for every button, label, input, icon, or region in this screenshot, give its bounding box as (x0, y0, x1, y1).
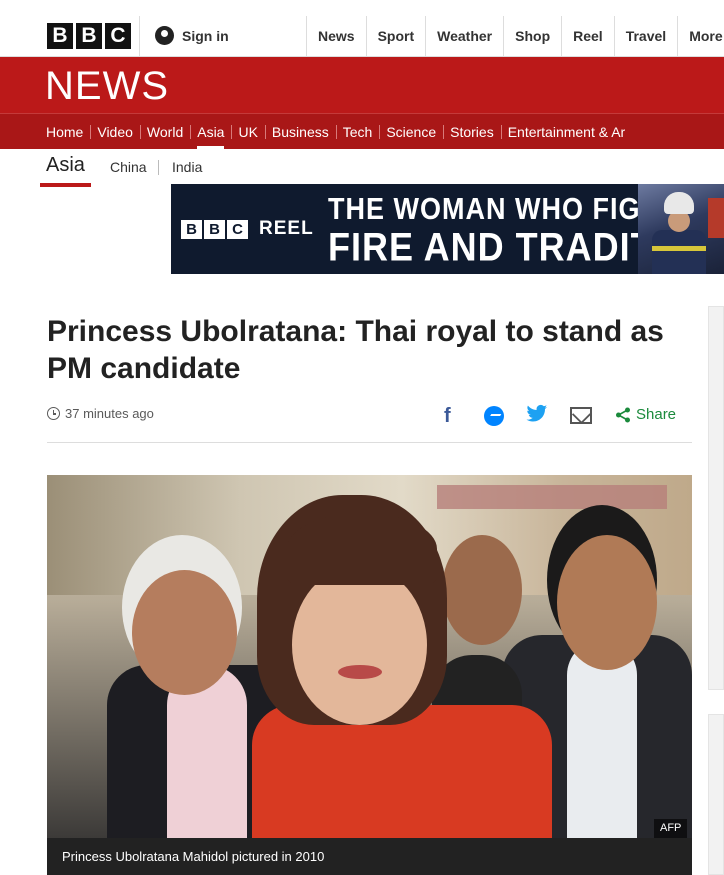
sign-in-label: Sign in (182, 27, 229, 44)
section-entertainment[interactable]: Entertainment & Ar (500, 114, 633, 149)
divider (158, 160, 159, 175)
email-icon[interactable] (570, 407, 592, 424)
bbc-logo-letter: B (47, 23, 73, 49)
subnav-china[interactable]: China (110, 159, 147, 175)
section-science[interactable]: Science (379, 114, 443, 149)
section-stories[interactable]: Stories (443, 114, 501, 149)
article-timestamp: 37 minutes ago (47, 406, 154, 421)
facebook-icon[interactable]: f (444, 405, 451, 427)
ad-firefighter-image (638, 184, 724, 274)
share-label: Share (636, 406, 677, 423)
section-asia[interactable]: Asia (190, 114, 231, 149)
bbc-logo[interactable]: B B C (47, 23, 131, 49)
section-home[interactable]: Home (0, 114, 90, 149)
twitter-icon[interactable] (526, 404, 548, 424)
photo-princess-fringe (287, 513, 437, 585)
divider (139, 16, 140, 56)
share-icon (616, 407, 630, 422)
subnav-current-asia[interactable]: Asia (40, 154, 91, 187)
ad-reel-label: REEL (259, 218, 314, 239)
section-nav: Home Video World Asia UK Business Tech Science S… (0, 113, 724, 149)
photo-figure-face (557, 535, 657, 670)
ad-bbc-logo: B B C (181, 220, 248, 239)
global-nav-travel[interactable]: Travel (613, 16, 677, 57)
timestamp-text: 37 minutes ago (65, 406, 154, 421)
ad-logo-letter: B (204, 220, 225, 239)
global-nav-shop[interactable]: Shop (503, 16, 561, 57)
sub-nav: Asia China India (0, 149, 724, 187)
global-nav-sport[interactable]: Sport (365, 16, 426, 57)
news-banner: NEWS (0, 57, 724, 113)
global-nav-news[interactable]: News (306, 16, 366, 57)
bbc-logo-letter: C (105, 23, 131, 49)
photo-figure-face (442, 535, 522, 645)
messenger-icon[interactable] (484, 406, 504, 426)
ad-figure-body (652, 230, 706, 274)
section-world[interactable]: World (139, 114, 190, 149)
ad-logo-letter: B (181, 220, 202, 239)
photo-princess-face (292, 565, 427, 725)
section-business[interactable]: Business (264, 114, 336, 149)
share-button[interactable]: Share (615, 406, 676, 423)
section-tech[interactable]: Tech (335, 114, 380, 149)
global-header: B B C Sign in News Sport Weather Shop Re… (0, 0, 724, 57)
global-nav-more[interactable]: More (677, 16, 724, 57)
subnav-india[interactable]: India (172, 159, 202, 175)
divider (47, 442, 692, 443)
sign-in-link[interactable]: Sign in (155, 26, 229, 45)
image-caption: Princess Ubolratana Mahidol pictured in … (47, 838, 692, 875)
sidebar-panel (708, 306, 724, 690)
global-nav-reel[interactable]: Reel (561, 16, 614, 57)
news-logo[interactable]: NEWS (45, 64, 169, 109)
photo-princess-jacket (252, 705, 552, 838)
photo-figure-face (132, 570, 237, 695)
ad-helmet (664, 192, 694, 214)
clock-icon (47, 407, 60, 420)
global-nav-weather[interactable]: Weather (425, 16, 503, 57)
global-nav: News Sport Weather Shop Reel Travel More (306, 16, 724, 57)
bbc-reel-ad-banner[interactable]: B B C REEL THE WOMAN WHO FIGHTS FIRE AND… (171, 184, 724, 274)
section-uk[interactable]: UK (231, 114, 264, 149)
article-headline: Princess Ubolratana: Thai royal to stand… (47, 315, 664, 385)
ad-fire-truck (708, 198, 724, 238)
photo-background-banner (437, 485, 667, 509)
user-icon (155, 26, 174, 45)
section-video[interactable]: Video (90, 114, 140, 149)
article-main-image (47, 475, 692, 838)
bbc-logo-letter: B (76, 23, 102, 49)
image-credit: AFP (654, 819, 688, 838)
sidebar-panel (708, 714, 724, 875)
photo-princess-lips (338, 665, 382, 679)
ad-reflective-stripe (652, 246, 706, 251)
ad-logo-letter: C (227, 220, 248, 239)
